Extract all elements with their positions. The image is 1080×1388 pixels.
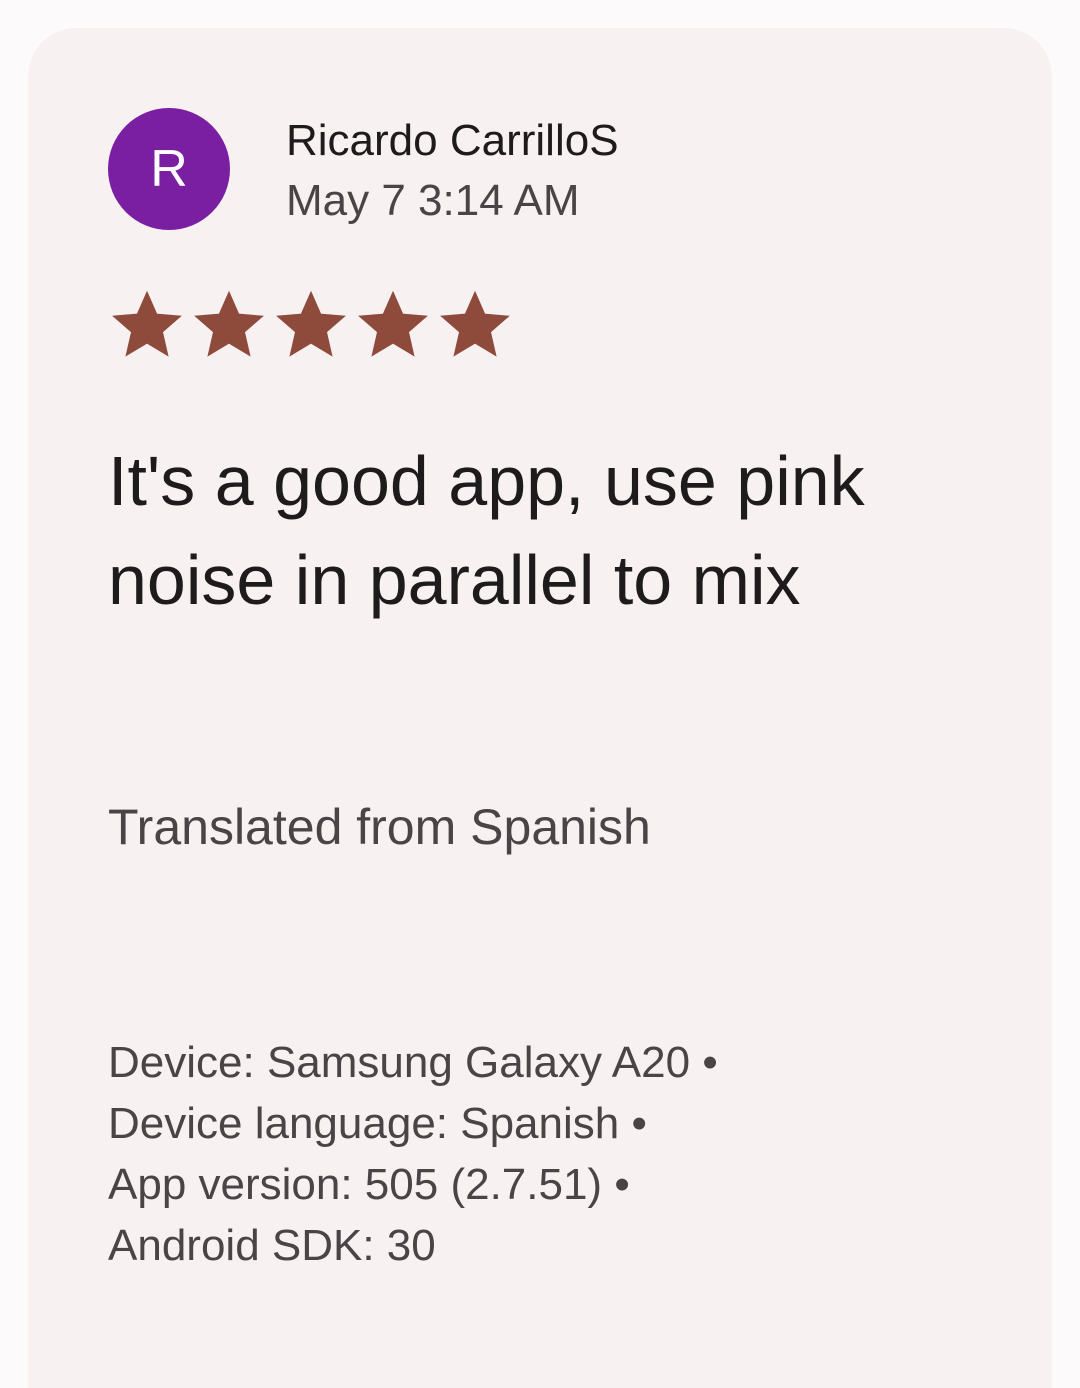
star-filled-icon: [358, 290, 428, 357]
device-language: Device language: Spanish: [108, 1099, 620, 1148]
android-sdk: Android SDK: 30: [108, 1221, 436, 1270]
device-info-line: Device: Samsung Galaxy A20 •: [108, 1032, 718, 1093]
app-version: App version: 505 (2.7.51): [108, 1160, 603, 1209]
separator-dot: •: [614, 1160, 630, 1209]
star-filled-icon: [194, 290, 264, 357]
review-text: It's a good app, use pink noise in paral…: [108, 442, 865, 619]
star-rating: [108, 286, 514, 364]
device-info-line: App version: 505 (2.7.51) •: [108, 1154, 718, 1215]
author-name: Ricardo CarrilloS: [286, 116, 619, 165]
star-filled-icon: [440, 290, 510, 357]
translation-note: Translated from Spanish: [108, 799, 651, 855]
device-info-line: Android SDK: 30: [108, 1215, 718, 1276]
device-info: Device: Samsung Galaxy A20 • Device lang…: [108, 1032, 718, 1276]
avatar: R: [108, 108, 230, 230]
review-date: May 7 3:14 AM: [286, 176, 580, 225]
separator-dot: •: [631, 1099, 647, 1148]
star-filled-icon: [112, 290, 182, 357]
device-info-line: Device language: Spanish •: [108, 1093, 718, 1154]
avatar-initial: R: [150, 140, 188, 198]
device-model: Device: Samsung Galaxy A20: [108, 1038, 691, 1087]
separator-dot: •: [702, 1038, 718, 1087]
star-filled-icon: [276, 290, 346, 357]
